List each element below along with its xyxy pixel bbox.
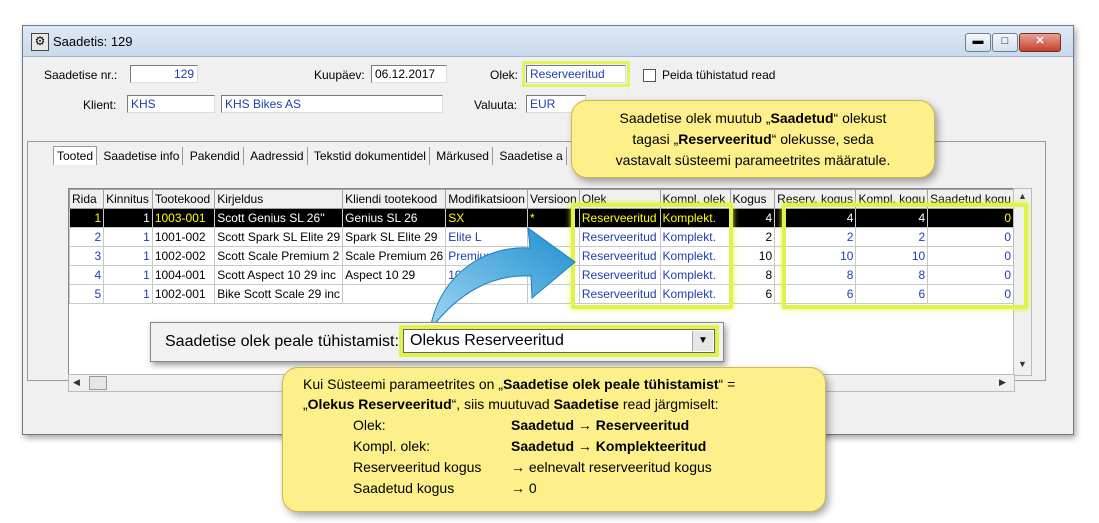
cell-kinnitus: 1 — [103, 227, 153, 247]
maximize-button[interactable]: □ — [992, 33, 1018, 52]
saadetise-nr-label: Saadetise nr.: — [44, 68, 118, 82]
saadetise-olek-select[interactable]: Olekus Reserveeritud ▼ — [399, 325, 719, 357]
klient-code-field[interactable]: KHS — [127, 95, 215, 113]
chevron-down-icon[interactable]: ▼ — [692, 331, 713, 351]
saadetud-kogus-change: → 0 — [511, 480, 537, 496]
cell-rida: 4 — [69, 265, 105, 285]
cell-tootekood: 1003-001 — [151, 208, 216, 228]
cell-kinnitus: 1 — [103, 265, 153, 285]
cell-kirjeldus: Bike Scott Scale 29 inc — [214, 284, 344, 304]
olek-label: Olek: — [490, 68, 519, 82]
col-kinnitus[interactable]: Kinnitus — [103, 189, 153, 209]
saadetise-nr-field[interactable]: 129 — [130, 65, 198, 83]
cell-kinnitus: 1 — [103, 284, 153, 304]
cell-kogus: 4 — [729, 208, 776, 228]
tab-strip: Tooted Saadetise info Pakendid Aadressid… — [53, 146, 567, 166]
window-title: Saadetis: 129 — [53, 34, 133, 49]
cell-kirjeldus: Scott Spark SL Elite 29 — [214, 227, 344, 247]
bubble-top-line-1: Saadetise olek muutub „Saadetud“ olekust — [619, 110, 887, 126]
col-modifikatsioon[interactable]: Modifikatsioon — [445, 189, 529, 209]
scroll-up-arrow-icon[interactable]: ▲ — [1018, 191, 1027, 201]
olek-key: Olek: — [353, 417, 386, 433]
cell-tootekood: 1004-001 — [151, 265, 216, 285]
cell-rida: 3 — [69, 246, 105, 266]
minimize-button[interactable]: ▬ — [965, 33, 991, 52]
cell-kirjeldus: Scott Aspect 10 29 inc — [214, 265, 344, 285]
valuuta-label: Valuuta: — [474, 98, 518, 112]
quantity-columns-highlight — [782, 203, 1028, 309]
tab-saadetise-a[interactable]: Saadetise a — [496, 147, 567, 165]
reserveeritud-kogus-change: → eelnevalt reserveeritud kogus — [511, 459, 712, 475]
cell-kinnitus: 1 — [103, 246, 153, 266]
col-kogus[interactable]: Kogus — [729, 189, 776, 209]
tab-saadetise-info[interactable]: Saadetise info — [100, 147, 184, 165]
cell-rida: 1 — [69, 208, 105, 228]
klient-label: Klient: — [83, 98, 117, 112]
reserveeritud-kogus-key: Reserveeritud kogus — [353, 459, 482, 475]
cell-rida: 2 — [69, 227, 105, 247]
app-gear-icon: ⚙ — [31, 33, 49, 51]
col-kliendi-tootekood[interactable]: Kliendi tootekood — [342, 189, 447, 209]
scroll-thumb[interactable] — [89, 376, 107, 390]
tab-tekstid-dokumentidel[interactable]: Tekstid dokumentidel — [311, 147, 430, 165]
bubble-bottom-line-1: Kui Süsteemi parameetrites on „Saadetise… — [303, 376, 736, 392]
scroll-left-arrow-icon[interactable]: ◀ — [73, 377, 80, 388]
cell-rida: 5 — [69, 284, 105, 304]
tab-tooted[interactable]: Tooted — [53, 146, 98, 165]
kompl-olek-key: Kompl. olek: — [353, 438, 431, 454]
cell-kogus: 6 — [729, 284, 776, 304]
peida-checkbox[interactable] — [643, 69, 656, 82]
olek-change: Saadetud → Reserveeritud — [511, 417, 690, 433]
close-button[interactable]: ✕ — [1019, 33, 1061, 52]
col-rida[interactable]: Rida — [69, 189, 105, 209]
dropdown-callout: Saadetise olek peale tühistamist: Olekus… — [150, 322, 724, 362]
saadetise-olek-value: Olekus Reserveeritud — [410, 332, 564, 349]
cell-tootekood: 1002-002 — [151, 246, 216, 266]
bubble-bottom-line-2: „Olekus Reserveeritud“, siis muutuvad Sa… — [303, 396, 719, 412]
saadetud-kogus-key: Saadetud kogus — [353, 480, 455, 496]
scroll-down-arrow-icon[interactable]: ▼ — [1018, 359, 1027, 369]
tab-pakendid[interactable]: Pakendid — [187, 147, 244, 165]
cell-kinnitus: 1 — [103, 208, 153, 228]
col-kirjeldus[interactable]: Kirjeldus — [214, 189, 344, 209]
tab-markused[interactable]: Märkused — [433, 147, 493, 165]
cell-kirjeldus: Scott Scale Premium 2 — [214, 246, 344, 266]
cell-kirjeldus: Scott Genius SL 26'' — [214, 208, 344, 228]
klient-name-field[interactable]: KHS Bikes AS — [221, 95, 443, 113]
col-tootekood[interactable]: Tootekood — [151, 189, 216, 209]
cell-kogus: 10 — [729, 246, 776, 266]
scroll-right-arrow-icon[interactable]: ▶ — [999, 377, 1006, 388]
cell-tootekood: 1001-002 — [151, 227, 216, 247]
info-bubble-top: Saadetise olek muutub „Saadetud“ olekust… — [571, 100, 935, 178]
kuupaev-field[interactable]: 06.12.2017 — [371, 65, 447, 83]
tab-aadressid[interactable]: Aadressid — [247, 147, 308, 165]
info-bubble-bottom: Kui Süsteemi parameetrites on „Saadetise… — [282, 367, 826, 512]
title-bar: ⚙ Saadetis: 129 ▬ □ ✕ — [23, 26, 1073, 57]
saadetise-olek-label: Saadetise olek peale tühistamist: — [165, 333, 399, 350]
peida-label: Peida tühistatud read — [662, 68, 776, 82]
cell-kogus: 2 — [729, 227, 776, 247]
olek-field[interactable]: Reserveeritud — [522, 61, 630, 87]
cell-kogus: 8 — [729, 265, 776, 285]
bubble-top-line-3: vastavalt süsteemi parameetrites määratu… — [615, 152, 891, 168]
cell-tootekood: 1002-001 — [151, 284, 216, 304]
bubble-top-line-2: tagasi „Reserveeritud“ olekusse, seda — [632, 131, 874, 147]
kuupaev-label: Kuupäev: — [314, 68, 365, 82]
kompl-olek-change: Saadetud → Komplekteeritud — [511, 438, 707, 454]
